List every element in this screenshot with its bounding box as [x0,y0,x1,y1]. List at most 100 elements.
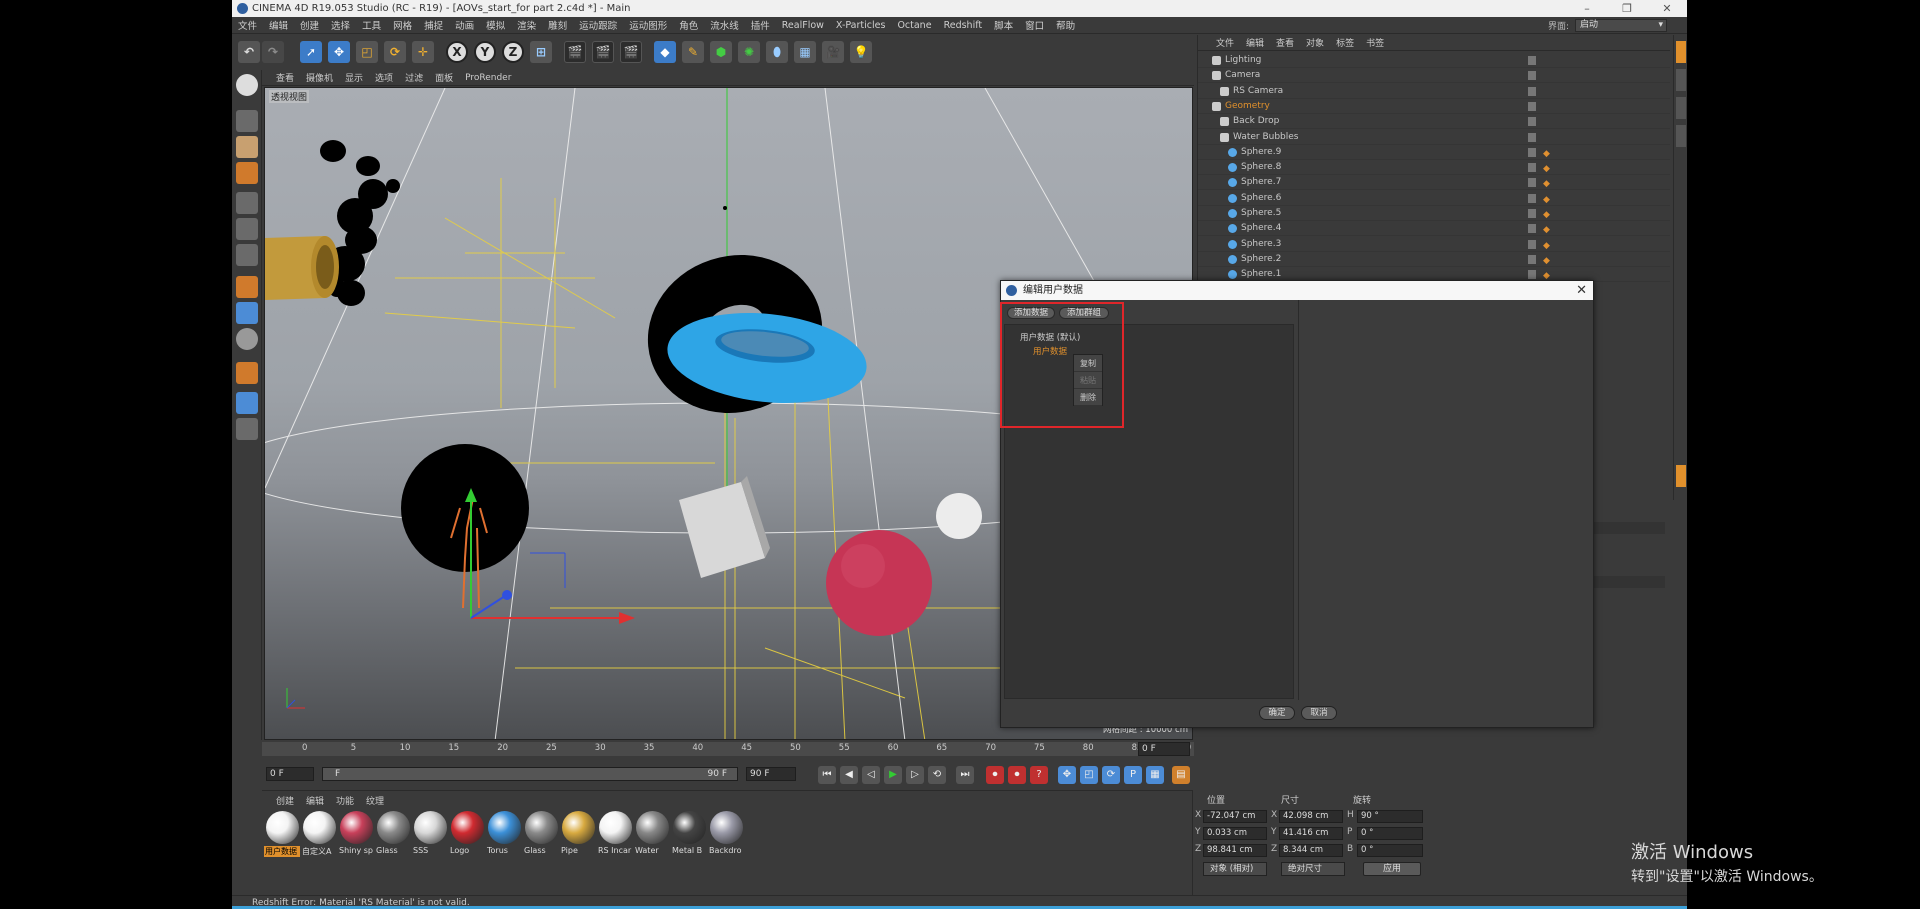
loop-icon[interactable]: ⟲ [928,766,946,784]
menu-item[interactable]: 模拟 [486,18,505,32]
light-icon[interactable]: 💡 [850,41,872,63]
object-row[interactable]: Sphere.5 ◆ [1198,206,1670,221]
object-menu-item[interactable]: 查看 [1276,36,1294,49]
menu-item[interactable]: 渲染 [517,18,536,32]
tweak-mode-icon[interactable] [236,302,258,324]
object-row[interactable]: Camera [1198,68,1670,84]
timeline-current-frame[interactable]: 0 F [1138,742,1190,756]
rotation-field[interactable]: 0 ° [1357,827,1423,840]
autokey-icon[interactable]: ⏺ [1008,766,1026,784]
viewport-menu-item[interactable]: 选项 [375,71,393,84]
size-field[interactable]: 8.344 cm [1279,844,1343,857]
visibility-toggle-icon[interactable] [1528,224,1536,234]
menu-item[interactable]: 运动图形 [629,18,667,32]
object-row[interactable]: RS Camera [1198,84,1670,99]
key-param-icon[interactable]: P [1124,766,1142,784]
visibility-toggle-icon[interactable] [1528,209,1536,218]
next-frame-icon[interactable]: ▷ [906,766,924,784]
object-row[interactable]: Sphere.4 ◆ [1198,221,1670,237]
dialog-close-button[interactable]: ✕ [1576,281,1587,300]
content-browser-tab[interactable] [1676,69,1686,91]
visibility-toggle-icon[interactable] [1528,101,1536,111]
material-menu-item[interactable]: 编辑 [306,794,324,807]
layers-tab[interactable] [1676,125,1686,147]
visibility-toggle-icon[interactable] [1528,71,1536,81]
material-swatch[interactable]: Glass [375,811,412,857]
visibility-toggle-icon[interactable] [1528,117,1536,127]
frame-range-slider[interactable]: F 90 F [322,767,738,781]
visibility-toggle-icon[interactable] [1528,193,1536,203]
camera-icon[interactable]: 🎥 [822,41,844,63]
x-axis-lock-button[interactable]: X [446,41,468,63]
menu-item[interactable]: 捕捉 [424,18,443,32]
menu-item[interactable]: 创建 [300,18,319,32]
edges-mode-icon[interactable] [236,218,258,240]
visibility-toggle-icon[interactable] [1528,86,1536,96]
viewport-menu-item[interactable]: 过滤 [405,71,423,84]
visibility-toggle-icon[interactable] [1528,254,1536,264]
menu-item[interactable]: 动画 [455,18,474,32]
points-mode-icon[interactable] [236,192,258,214]
key-position-icon[interactable]: ✥ [1058,766,1076,784]
menu-item[interactable]: 工具 [362,18,381,32]
material-swatch[interactable]: RS Incar [597,811,634,857]
undo-button[interactable]: ↶ [238,41,260,63]
menu-item[interactable]: 帮助 [1056,18,1075,32]
menu-item[interactable]: 运动跟踪 [579,18,617,32]
previous-frame-icon[interactable]: ◁ [862,766,880,784]
rotation-field[interactable]: 90 ° [1357,810,1423,823]
material-swatch[interactable]: Torus [486,811,523,857]
cube-primitive-icon[interactable]: ◆ [654,41,676,63]
go-to-start-icon[interactable]: ⏮ [818,766,836,784]
material-swatch[interactable]: Logo [449,811,486,857]
visibility-toggle-icon[interactable] [1528,270,1536,280]
visibility-toggle-icon[interactable] [1528,56,1536,65]
menu-item[interactable]: 脚本 [994,18,1013,32]
workplane-mode-icon[interactable] [236,162,258,184]
menu-item[interactable]: RealFlow [782,20,824,31]
material-menu-item[interactable]: 创建 [276,794,294,807]
visibility-toggle-icon[interactable] [1528,132,1536,142]
visibility-toggle-icon[interactable] [1528,178,1536,188]
viewport-menu-item[interactable]: 摄像机 [306,71,333,84]
object-menu-item[interactable]: 书签 [1366,36,1384,49]
render-to-picture-viewer-icon[interactable]: 🎬 [592,41,614,63]
move-tool-icon[interactable]: ✥ [328,41,350,63]
object-row[interactable]: Back Drop [1198,114,1670,130]
material-swatch[interactable]: SSS [412,811,449,857]
visibility-toggle-icon[interactable] [1528,239,1536,249]
scale-tool-icon[interactable]: ◰ [356,41,378,63]
menu-item[interactable]: 流水线 [710,18,739,32]
viewport-menu-item[interactable]: 面板 [435,71,453,84]
object-row[interactable]: Water Bubbles [1198,130,1670,145]
key-scale-icon[interactable]: ◰ [1080,766,1098,784]
menu-item[interactable]: 雕刻 [548,18,567,32]
viewport-menu-item[interactable]: 显示 [345,71,363,84]
planar-workplane-icon[interactable] [236,418,258,440]
snap-icon[interactable] [236,362,258,384]
menu-item[interactable]: 角色 [679,18,698,32]
play-forward-icon[interactable]: ▶ [884,766,902,784]
object-menu-item[interactable]: 对象 [1306,36,1324,49]
render-view-icon[interactable]: 🎬 [564,41,586,63]
timeline-ruler[interactable]: 051015202530354045505560657075808590 0 F [262,742,1194,756]
rotate-tool-icon[interactable]: ⟳ [384,41,406,63]
position-field[interactable]: 0.033 cm [1203,827,1267,840]
create-tool-icon[interactable]: ✛ [412,41,434,63]
object-row[interactable]: Lighting [1198,53,1670,68]
material-swatch[interactable]: Glass [523,811,560,857]
material-menu-item[interactable]: 功能 [336,794,354,807]
render-settings-icon[interactable]: 🎬 [620,41,642,63]
coordinate-system-icon[interactable]: ⊞ [530,41,552,63]
texture-mode-icon[interactable] [236,136,258,158]
object-menu-item[interactable]: 编辑 [1246,36,1264,49]
layout-dropdown[interactable]: 启动 [1575,19,1667,32]
visibility-toggle-icon[interactable] [1528,163,1536,173]
size-field[interactable]: 41.416 cm [1279,827,1343,840]
size-mode-dropdown[interactable]: 绝对尺寸 [1281,862,1345,876]
viewport-menu-item[interactable]: ProRender [465,73,511,83]
restore-button[interactable]: ❐ [1607,0,1647,17]
keyframe-selection-icon[interactable]: ? [1030,766,1048,784]
deformer-icon[interactable]: ⬮ [766,41,788,63]
rotation-field[interactable]: 0 ° [1357,844,1423,857]
